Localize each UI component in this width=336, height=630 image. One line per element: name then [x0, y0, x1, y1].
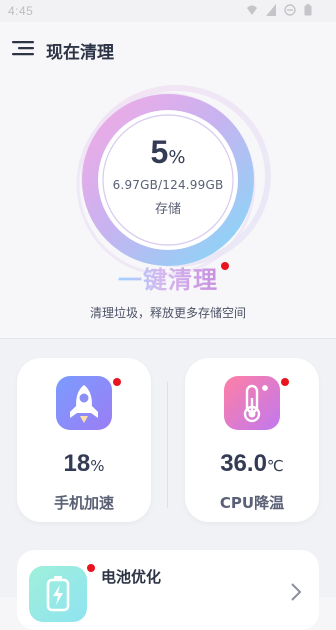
cpu-cool-card[interactable]: 36.0℃ CPU降温 [185, 358, 319, 522]
status-icons [246, 4, 312, 16]
menu-icon[interactable] [12, 40, 34, 56]
cool-value-number: 36.0 [220, 450, 267, 477]
cool-notification-dot [281, 378, 289, 386]
app-header: 现在清理 [0, 22, 336, 76]
storage-percent: 5% [0, 134, 336, 171]
battery-status-icon [304, 4, 312, 16]
cool-value-unit: ℃ [266, 457, 284, 475]
clean-notification-dot [221, 262, 229, 270]
battery-notification-dot [87, 564, 95, 572]
signal-icon [266, 4, 276, 16]
thermometer-icon [224, 376, 280, 430]
phone-boost-card[interactable]: 18% 手机加速 [17, 358, 151, 522]
page-title: 现在清理 [46, 43, 114, 63]
storage-percent-symbol: % [168, 147, 186, 168]
one-click-clean-label: 一键清理 [118, 266, 218, 294]
boost-value-number: 18 [63, 450, 91, 477]
status-time: 4:45 [8, 4, 34, 18]
cards-divider [167, 382, 168, 508]
chevron-right-icon[interactable] [289, 582, 303, 602]
battery-optimize-card[interactable]: 电池优化 [17, 550, 319, 630]
cool-value: 36.0℃ [185, 450, 319, 478]
clean-subtitle: 清理垃圾，释放更多存储空间 [89, 306, 246, 320]
one-click-clean-button[interactable]: 一键清理 [0, 260, 336, 295]
boost-value-unit: % [90, 457, 105, 475]
rocket-icon [56, 376, 112, 430]
battery-title: 电池优化 [101, 568, 162, 586]
boost-notification-dot [113, 378, 121, 386]
boost-label: 手机加速 [53, 494, 114, 512]
dnd-icon [284, 4, 296, 16]
storage-label: 存储 [154, 202, 181, 217]
boost-value: 18% [17, 450, 151, 478]
cool-label: CPU降温 [219, 494, 285, 512]
status-bar: 4:45 [0, 0, 336, 22]
wifi-icon [247, 5, 257, 15]
battery-icon [29, 566, 87, 622]
storage-usage: 6.97GB/124.99GB [112, 178, 224, 192]
storage-percent-value: 5 [150, 134, 169, 170]
